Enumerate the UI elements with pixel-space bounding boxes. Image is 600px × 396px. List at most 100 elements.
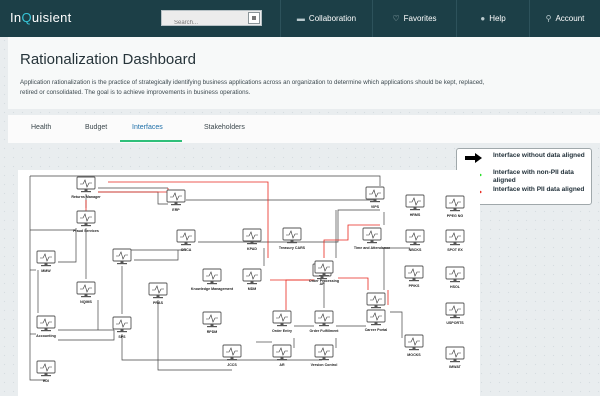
tab-stakeholders[interactable]: Stakeholders [204, 124, 245, 131]
node-label: Version Control [311, 363, 338, 367]
node-label: ORCA [181, 248, 192, 252]
nav-collaboration[interactable]: ▬ Collaboration [280, 0, 372, 37]
pii-interface-line [98, 188, 169, 193]
search-input[interactable] [162, 16, 246, 30]
monitor-stand [230, 357, 234, 359]
monitor-stand [44, 263, 48, 265]
monitor-base [450, 317, 460, 319]
system-node-hrms[interactable]: HRMS [405, 194, 425, 217]
system-node-accounting[interactable]: Accounting [36, 315, 56, 338]
nav-account[interactable]: ⚲ Account [529, 0, 600, 37]
system-node-version[interactable]: Version Control [311, 344, 338, 367]
system-node-nqims[interactable]: NQIMS [76, 281, 96, 304]
tab-health[interactable]: Health [31, 124, 51, 131]
system-node-ppeg[interactable]: PPEG NG [445, 195, 465, 218]
tab-bar: Health Budget Interfaces Stakeholders [8, 115, 600, 143]
monitor-base [153, 297, 163, 299]
node-label: Time and Attendance [354, 246, 390, 250]
monitor-stand [184, 242, 188, 244]
monitor-base [117, 263, 127, 265]
logo-text-post: uisient [31, 10, 72, 25]
monitor-stand [320, 276, 324, 278]
search-button[interactable] [248, 12, 260, 24]
page-description: Application rationalization is the pract… [20, 79, 485, 96]
system-node-fraud[interactable]: Fraud Services [73, 210, 99, 233]
node-label: Fraud Services [73, 229, 99, 233]
monitor-base [277, 359, 287, 361]
system-node-imwat[interactable]: IMWAT [445, 346, 465, 369]
node-label: MMW [41, 269, 51, 273]
system-node-erp[interactable]: ERP [166, 189, 186, 212]
system-node-mocks[interactable]: MOCKS [404, 334, 424, 357]
node-label: VIPS [371, 205, 380, 209]
system-node-orca[interactable]: ORCA [176, 229, 196, 252]
interface-diagram: Returns Manager Fraud Services ERP VIPS HRMS… [18, 170, 480, 396]
node-label: USPORTS [446, 321, 464, 325]
system-node-rpdm[interactable]: RPDM [202, 311, 222, 334]
monitor-base [81, 296, 91, 298]
system-node-ar[interactable]: AR [272, 344, 292, 367]
interface-line [390, 311, 403, 338]
node-label: Order Processing [309, 279, 339, 283]
tab-interfaces[interactable]: Interfaces [132, 124, 163, 131]
monitor-stand [412, 347, 416, 349]
system-node-career[interactable]: Career Portal [365, 309, 388, 332]
interface-line [121, 334, 322, 361]
system-node-mmw[interactable]: MMW [36, 250, 56, 273]
system-node-treasury[interactable]: Treasury CARS [279, 227, 306, 250]
nav-favorites[interactable]: ♡ Favorites [372, 0, 456, 37]
monitor-base [181, 244, 191, 246]
system-node-orderentry[interactable]: Order Entry [272, 310, 292, 333]
system-node-ppiks[interactable]: PPIKS [404, 265, 424, 288]
monitor-stand [453, 315, 457, 317]
nav-favorites-label: Favorites [403, 14, 437, 23]
monitor-stand [322, 357, 326, 359]
legend-item-pii: Interface with PII data aligned [465, 186, 589, 203]
system-node-vips[interactable]: VIPS [365, 186, 385, 209]
node-label: NQIMS [80, 300, 92, 304]
monitor-stand [374, 322, 378, 324]
node-label: ERP [172, 208, 180, 212]
node-label: Career Portal [365, 328, 388, 332]
system-node-spotex[interactable]: SPOT EX [445, 229, 465, 252]
monitor-stand [84, 189, 88, 191]
system-node-km[interactable]: Knowledge Management [191, 268, 234, 291]
system-node-kpad[interactable]: KPAD [242, 228, 262, 251]
node-label: AR [279, 363, 285, 367]
monitor-base [410, 244, 420, 246]
node-label: SPS [118, 335, 126, 339]
page-header: Rationalization Dashboard Application ra… [8, 37, 600, 109]
system-node-orderful[interactable]: Order Fulfillment [310, 310, 340, 333]
interface-line [58, 330, 115, 341]
system-node-usports[interactable]: USPORTS [445, 302, 465, 325]
interface-line [98, 191, 168, 205]
app-logo[interactable]: InQuisient [10, 10, 72, 25]
monitor-base [247, 243, 257, 245]
monitor-stand [290, 240, 294, 242]
nav-help[interactable]: ● Help [456, 0, 529, 37]
system-node-time[interactable]: Time and Attendance [354, 227, 390, 250]
system-node-returns[interactable]: Returns Manager [71, 176, 101, 199]
node-label: Treasury CARS [279, 246, 306, 250]
monitor-base [207, 326, 217, 328]
active-tab-indicator [120, 140, 182, 142]
logo-text-pre: In [10, 10, 22, 25]
monitor-stand [413, 242, 417, 244]
system-node-mdm[interactable]: MDM [242, 268, 262, 291]
system-node-nbcks[interactable]: NBCKS [405, 229, 425, 252]
tab-budget[interactable]: Budget [85, 124, 107, 131]
monitor-base [171, 204, 181, 206]
top-nav: InQuisient ▬ Collaboration ♡ Favorites ●… [0, 0, 600, 37]
monitor-stand [250, 281, 254, 283]
interface-line [134, 250, 179, 261]
monitor-stand [413, 207, 417, 209]
node-label: PPIKS [409, 284, 420, 288]
monitor-base [287, 242, 297, 244]
system-node-jccs[interactable]: JCCS [222, 344, 242, 367]
system-node-hsol[interactable]: HSOL [445, 266, 465, 289]
system-node-pras[interactable]: PRAS [148, 282, 168, 305]
monitor-stand [370, 240, 374, 242]
system-node-sps[interactable]: SPS [112, 316, 132, 339]
system-node-mid1[interactable] [112, 248, 132, 265]
monitor-base [41, 330, 51, 332]
